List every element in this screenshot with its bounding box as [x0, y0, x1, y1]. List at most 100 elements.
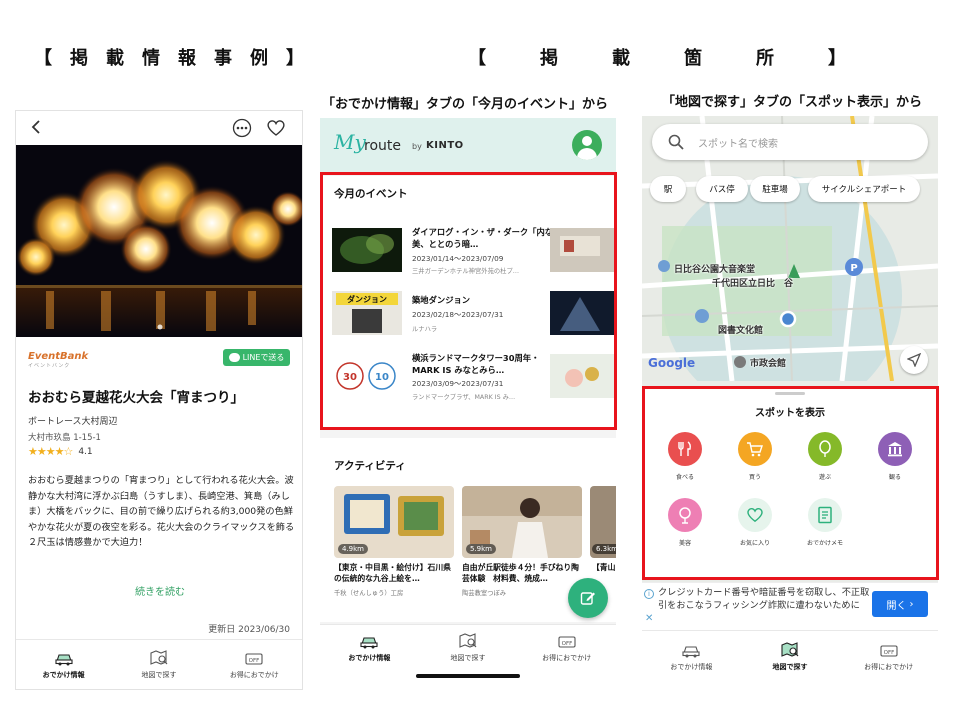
map-label-park: 日比谷公園大音楽堂 [674, 265, 756, 275]
nav-label-map: 地図で探す [141, 670, 177, 679]
map-label-office: 市政会館 [750, 359, 787, 369]
nav-label-outing: おでかけ情報 [348, 653, 391, 662]
app-logo-kinto: KINTO [426, 140, 464, 151]
favorite-heart-icon[interactable] [266, 119, 286, 137]
ad-info-icon[interactable]: i [644, 589, 654, 599]
edit-pencil-icon [580, 592, 595, 605]
navigation-arrow-icon [907, 353, 921, 367]
bottom-nav: おでかけ情報 地図で探す OFF お得におでかけ [16, 639, 302, 689]
event-title: おおむら夏越花火大会「宵まつり」 [28, 390, 244, 406]
svg-text:OFF: OFF [883, 650, 894, 656]
deals-ticket-icon: OFF [245, 652, 263, 665]
read-more-link[interactable]: 続きを読む [16, 583, 302, 598]
distance-badge: 5.9km [466, 544, 497, 554]
activity-photo-partial: 6.3km [590, 486, 616, 558]
deals-ticket-icon: OFF [558, 635, 576, 648]
search-placeholder: スポット名で検索 [698, 139, 778, 150]
nav-tab-deals[interactable]: OFF お得におでかけ [839, 631, 938, 682]
activity-photo-pottery: 5.9km [462, 486, 582, 558]
ad-close-icon[interactable]: ✕ [645, 613, 653, 624]
filter-chip-bike-share[interactable]: サイクルシェアポート [808, 176, 920, 202]
outing-tab-caption: 「おでかけ情報」タブの「今月のイベント」から [322, 97, 609, 112]
nav-label-outing: おでかけ情報 [670, 662, 713, 671]
activity-title-text: 自由が丘駅徒歩４分！手びねり陶芸体験 材料費、焼成… [462, 563, 579, 583]
nav-tab-deals[interactable]: OFF お得におでかけ [517, 625, 616, 670]
ad-open-button[interactable]: 開く › [872, 591, 928, 617]
filter-chip-parking[interactable]: 駐車場 [750, 176, 800, 202]
line-share-label: LINEで送る [242, 353, 285, 362]
ad-text: クレジットカード番号や暗証番号を窃取し、不正取引をおこなうフィッシング詐欺に遭わ… [658, 587, 870, 611]
app-logo-my: My [334, 130, 366, 154]
line-share-button[interactable]: LINEで送る [223, 349, 290, 366]
nav-tab-outing[interactable]: おでかけ情報 [642, 631, 741, 682]
detail-topbar [16, 111, 302, 145]
bottom-nav: おでかけ情報 地図で探す OFF お得におでかけ [642, 630, 938, 682]
search-icon [668, 134, 684, 150]
outing-car-icon [360, 636, 378, 648]
google-logo: Google [648, 356, 696, 370]
outing-car-icon [55, 653, 73, 665]
rating-value: 4.1 [78, 446, 93, 457]
eventbank-logo: EventBank イベントバンク [28, 351, 89, 369]
nav-label-deals: お得におでかけ [542, 653, 592, 662]
event-rating: ★★★★☆ 4.1 [28, 445, 93, 458]
distance-badge: 6.3km [592, 544, 616, 554]
activity-title-text: 【東京・中目黒・絵付け】石川県の伝統的な九谷上絵を… [334, 563, 451, 583]
spot-search-input[interactable]: スポット名で検索 [652, 124, 928, 160]
spot-display-highlight [642, 386, 939, 580]
fireworks-photo [16, 145, 302, 337]
nav-tab-outing[interactable]: おでかけ情報 [320, 625, 419, 670]
activity-shop-text: 千秋（せんしゅう）工房 [334, 590, 404, 597]
activity-title-text: 【青山… [592, 563, 616, 572]
nav-label-map: 地図で探す [450, 653, 486, 662]
map-label-library-name: 図書文化館 [718, 326, 764, 336]
outing-car-icon [682, 645, 700, 657]
filter-chip-bus-stop[interactable]: バス停 [696, 176, 748, 202]
current-location-button[interactable] [900, 346, 928, 374]
home-indicator [416, 674, 520, 678]
examples-heading: 【 掲 載 情 報 事 例 】 [34, 48, 304, 69]
map-search-icon [781, 641, 799, 657]
chevron-right-icon: › [909, 598, 914, 610]
activity-title: アクティビティ [334, 460, 406, 472]
user-avatar-icon[interactable] [572, 130, 602, 160]
event-detail-screen: EventBank イベントバンク LINEで送る おおむら夏越花火大会「宵まつ… [15, 110, 303, 690]
distance-badge: 4.9km [338, 544, 369, 554]
nav-tab-map[interactable]: 地図で探す [419, 625, 518, 670]
ad-open-label: 開く [886, 600, 907, 612]
nav-label-deals: お得におでかけ [229, 670, 279, 679]
updated-date: 更新日 2023/06/30 [208, 625, 290, 635]
svg-text:OFF: OFF [561, 641, 572, 647]
nav-tab-outing[interactable]: おでかけ情報 [16, 640, 111, 689]
app-logo-route: route [364, 138, 401, 154]
nav-tab-map[interactable]: 地図で探す [741, 631, 840, 682]
back-arrow-icon[interactable] [30, 120, 42, 134]
event-venue: ボートレース大村周辺 [28, 417, 118, 427]
event-address: 大村市玖島 1-15-1 [28, 433, 101, 443]
nav-label-map: 地図で探す [772, 662, 808, 671]
more-options-icon[interactable] [232, 118, 252, 138]
nav-label-deals: お得におでかけ [864, 662, 914, 671]
app-header: My route by KINTO [320, 118, 616, 172]
map-search-icon [459, 632, 477, 648]
map-search-icon [150, 649, 168, 665]
map-label-library: 千代田区立日比 [712, 279, 776, 289]
nav-tab-map[interactable]: 地図で探す [111, 640, 206, 689]
map-tab-caption: 「地図で探す」タブの「スポット表示」から [662, 95, 923, 110]
svg-text:OFF: OFF [249, 658, 260, 664]
filter-chip-station[interactable]: 駅 [650, 176, 686, 202]
activity-shop-text: 陶芸教室つぼみ [462, 590, 507, 597]
event-description: おおむら夏越まつりの「宵まつり」として行われる花火大会。波静かな大村湾に浮かぶ臼… [28, 475, 295, 548]
placement-heading: 【 掲 載 箇 所 】 [468, 48, 846, 69]
app-logo-by: by [412, 142, 422, 151]
deals-ticket-icon: OFF [880, 644, 898, 657]
line-icon [228, 353, 240, 362]
rating-stars-icon: ★★★★☆ [28, 445, 73, 458]
ad-banner[interactable]: i ✕ クレジットカード番号や暗証番号を窃取し、不正取引をおこなうフィッシング詐… [642, 582, 938, 630]
monthly-events-highlight [320, 172, 617, 430]
map-label-library-tail: 谷 [784, 279, 794, 289]
svg-text:P: P [850, 263, 857, 274]
nav-label-outing: おでかけ情報 [42, 670, 85, 679]
compose-button[interactable] [568, 578, 608, 618]
nav-tab-deals[interactable]: OFF お得におでかけ [207, 640, 302, 689]
